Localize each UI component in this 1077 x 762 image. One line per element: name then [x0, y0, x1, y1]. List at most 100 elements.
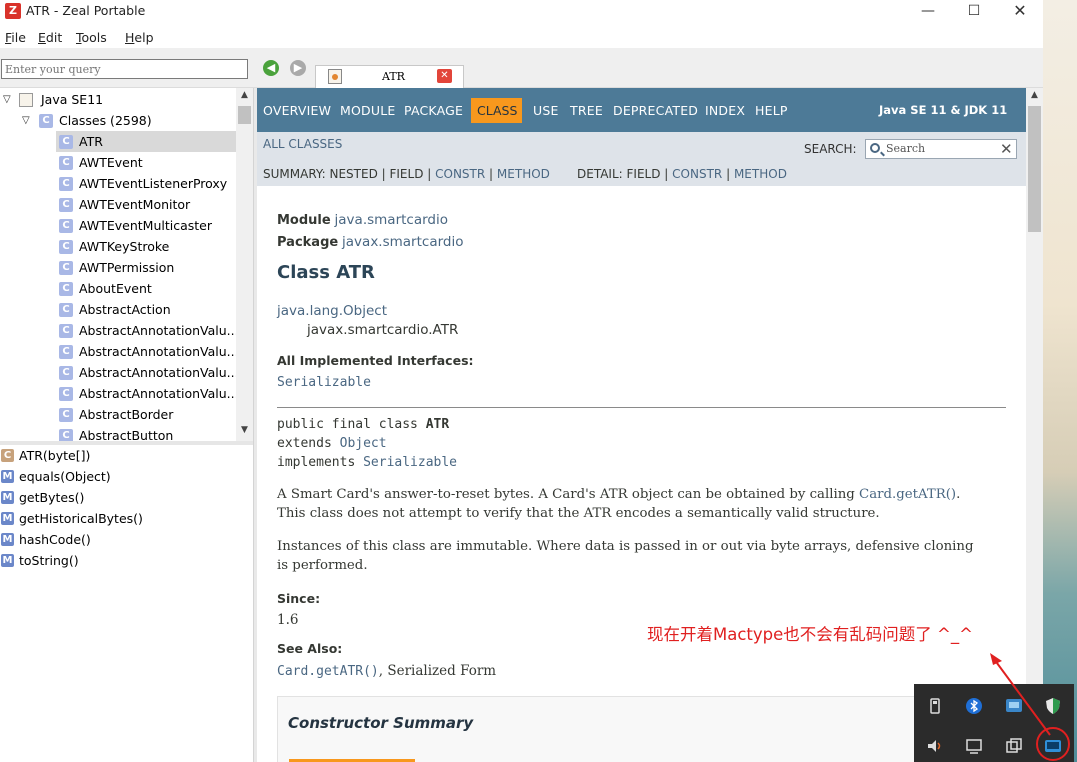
collapse-caret-icon[interactable]: ▽: [3, 89, 15, 110]
package-link[interactable]: javax.smartcardio: [342, 234, 463, 250]
since-label: Since:: [277, 591, 321, 606]
mactype-icon[interactable]: [1044, 737, 1062, 755]
close-window-button[interactable]: ✕: [997, 0, 1043, 22]
summary-method-link[interactable]: METHOD: [497, 167, 550, 181]
member-item[interactable]: C ATR(byte[]): [0, 445, 253, 466]
tab-label: ATR: [382, 70, 405, 83]
card-getatr-link[interactable]: Card.getATR(): [859, 487, 956, 502]
tree-item[interactable]: C AWTKeyStroke: [56, 236, 236, 257]
document-view: OVERVIEW MODULE PACKAGE CLASS USE TREE D…: [257, 88, 1043, 762]
serialized-form-link[interactable]: Serialized Form: [387, 663, 496, 679]
volume-icon[interactable]: [926, 737, 944, 755]
member-item[interactable]: Mequals(Object): [0, 466, 253, 487]
nav-index[interactable]: INDEX: [705, 103, 745, 118]
nav-overview[interactable]: OVERVIEW: [263, 103, 331, 118]
class-icon: C: [59, 219, 73, 233]
document-scroll-thumb[interactable]: [1028, 106, 1041, 232]
menu-edit[interactable]: Edit: [38, 30, 62, 45]
usb-drive-icon[interactable]: [926, 697, 944, 715]
tab-atr[interactable]: ATR ✕: [315, 65, 464, 88]
class-icon: C: [59, 282, 73, 296]
implements-serializable-link[interactable]: Serializable: [363, 455, 457, 470]
doc-search-input[interactable]: Search ✕: [865, 139, 1017, 159]
class-icon: C: [59, 198, 73, 212]
see-also-card-getatr-link[interactable]: Card.getATR(): [277, 664, 379, 679]
scroll-up-icon[interactable]: ▲: [1028, 90, 1041, 104]
tree-item[interactable]: C AWTEventMulticaster: [56, 215, 236, 236]
scroll-down-icon[interactable]: ▼: [238, 425, 251, 439]
class-group-icon: C: [39, 114, 53, 128]
tree-scrollbar[interactable]: ▲ ▼: [236, 88, 253, 441]
document-scrollbar[interactable]: ▲: [1026, 88, 1043, 762]
nav-package[interactable]: PACKAGE: [404, 103, 463, 118]
serializable-link[interactable]: Serializable: [277, 375, 371, 390]
tab-close-icon[interactable]: ✕: [437, 69, 452, 83]
collapse-caret-icon[interactable]: ▽: [22, 110, 34, 131]
annotation-text: 现在开着Mactype也不会有乱码问题了 ^_^: [647, 625, 973, 644]
nav-class-active[interactable]: CLASS: [471, 98, 522, 123]
nav-module[interactable]: MODULE: [340, 103, 395, 118]
bluetooth-icon[interactable]: [965, 697, 983, 715]
tree-item-label: AbstractButton: [79, 428, 174, 441]
object-link[interactable]: Object: [340, 436, 387, 451]
class-icon: C: [59, 135, 73, 149]
tree-item[interactable]: C AboutEvent: [56, 278, 236, 299]
back-arrow-icon[interactable]: ◀: [263, 60, 279, 76]
forward-arrow-icon[interactable]: ▶: [290, 60, 306, 76]
member-item[interactable]: MgetBytes(): [0, 487, 253, 508]
tree-item[interactable]: C AbstractButton: [56, 425, 236, 441]
class-icon: C: [59, 408, 73, 422]
description-1b: This class does not attempt to verify th…: [277, 506, 880, 521]
description-2b: is performed.: [277, 558, 368, 573]
tree-item[interactable]: C AbstractBorder: [56, 404, 236, 425]
menu-file[interactable]: File: [5, 30, 26, 45]
search-input[interactable]: [1, 59, 248, 79]
tree-item[interactable]: C AbstractAction: [56, 299, 236, 320]
tree-node-java-se11[interactable]: ▽ Java SE11: [0, 89, 236, 110]
tree-item-label: AbstractAnnotationValu...: [79, 344, 239, 359]
tree-item[interactable]: C AbstractAnnotationValu...: [56, 341, 239, 362]
tree-item[interactable]: C AWTEvent: [56, 152, 236, 173]
minimize-button[interactable]: —: [905, 0, 951, 22]
tree-scroll-thumb[interactable]: [238, 106, 251, 124]
tree-node-classes[interactable]: ▽ C Classes (2598): [0, 110, 236, 131]
clear-search-icon[interactable]: ✕: [1000, 140, 1013, 158]
nav-deprecated[interactable]: DEPRECATED: [613, 103, 698, 118]
detail-constr-link[interactable]: CONSTR: [672, 167, 722, 181]
tree-item[interactable]: C ATR: [56, 131, 236, 152]
tree-item[interactable]: C AWTEventMonitor: [56, 194, 236, 215]
method-icon: M: [1, 470, 14, 483]
tree-item[interactable]: C AbstractAnnotationValu...: [56, 383, 239, 404]
tree-item-label: AWTEventMonitor: [79, 197, 191, 212]
tree-item-label: AbstractBorder: [79, 407, 174, 422]
nav-help[interactable]: HELP: [755, 103, 788, 118]
menu-tools[interactable]: Tools: [76, 30, 107, 45]
class-icon: C: [59, 429, 73, 441]
display-icon[interactable]: [965, 737, 983, 755]
nav-use[interactable]: USE: [533, 103, 559, 118]
tree-item[interactable]: C AbstractAnnotationValu...: [56, 362, 239, 383]
member-item[interactable]: MgetHistoricalBytes(): [0, 508, 253, 529]
member-item[interactable]: MhashCode(): [0, 529, 253, 550]
superclass-link[interactable]: java.lang.Object: [277, 303, 387, 319]
tree-item-label: AboutEvent: [79, 281, 152, 296]
security-shield-icon[interactable]: [1044, 697, 1062, 715]
nav-tree[interactable]: TREE: [570, 103, 603, 118]
network-app-icon[interactable]: [1005, 697, 1023, 715]
summary-constr-link[interactable]: CONSTR: [435, 167, 485, 181]
scroll-up-icon[interactable]: ▲: [238, 90, 251, 104]
see-also-links: Card.getATR(), Serialized Form: [277, 663, 497, 679]
javadoc-sub-nav: ALL CLASSES SEARCH: Search ✕ SUMMARY: NE…: [257, 132, 1026, 186]
windows-copy-icon[interactable]: [1005, 737, 1023, 755]
tree-item[interactable]: C AbstractAnnotationValu...: [56, 320, 239, 341]
tree-item[interactable]: C AWTPermission: [56, 257, 236, 278]
maximize-button[interactable]: ☐: [951, 0, 997, 22]
divider: [277, 407, 1006, 408]
member-item[interactable]: MtoString(): [0, 550, 253, 571]
menu-help[interactable]: Help: [125, 30, 154, 45]
method-icon: M: [1, 533, 14, 546]
detail-method-link[interactable]: METHOD: [734, 167, 787, 181]
all-classes-link[interactable]: ALL CLASSES: [263, 137, 342, 151]
module-link[interactable]: java.smartcardio: [335, 212, 448, 228]
tree-item[interactable]: C AWTEventListenerProxy: [56, 173, 236, 194]
